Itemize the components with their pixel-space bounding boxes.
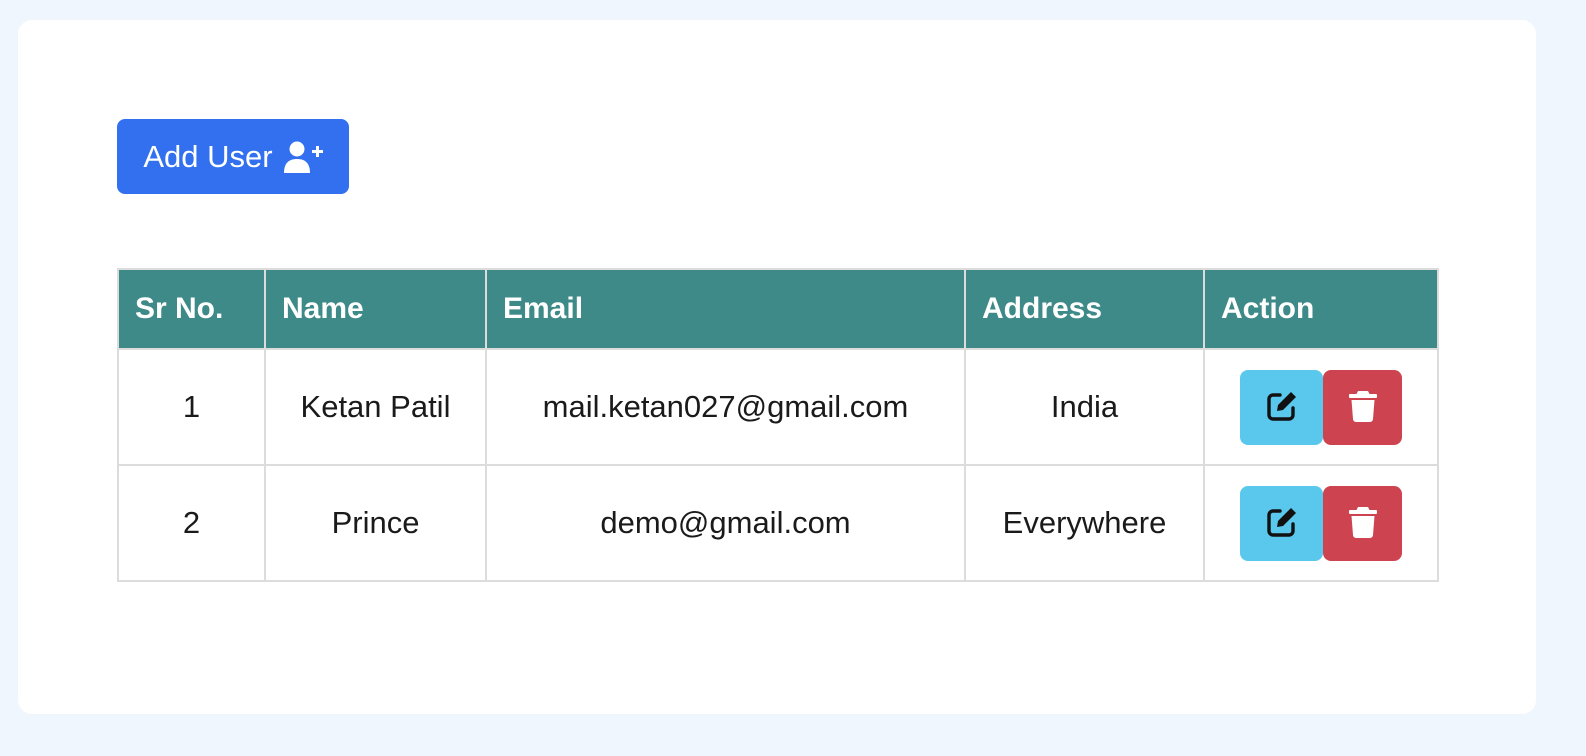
trash-icon — [1348, 390, 1377, 425]
edit-icon — [1265, 389, 1299, 426]
table-header-row: Sr No. Name Email Address Action — [117, 268, 1439, 350]
edit-button[interactable] — [1240, 485, 1323, 561]
cell-name: Prince — [264, 464, 487, 582]
cell-email: mail.ketan027@gmail.com — [485, 348, 966, 466]
edit-icon — [1265, 505, 1299, 542]
cell-name: Ketan Patil — [264, 348, 487, 466]
edit-button[interactable] — [1240, 369, 1323, 445]
table-row: 1 Ketan Patil mail.ketan027@gmail.com In… — [117, 348, 1439, 466]
cell-sr-no: 1 — [117, 348, 266, 466]
column-header-address: Address — [964, 268, 1205, 350]
table-row: 2 Prince demo@gmail.com Everywhere — [117, 464, 1439, 582]
cell-address: Everywhere — [964, 464, 1205, 582]
user-plus-icon — [283, 139, 323, 175]
column-header-email: Email — [485, 268, 966, 350]
delete-button[interactable] — [1323, 485, 1402, 561]
cell-actions — [1203, 464, 1439, 582]
cell-address: India — [964, 348, 1205, 466]
column-header-action: Action — [1203, 268, 1439, 350]
trash-icon — [1348, 506, 1377, 541]
cell-actions — [1203, 348, 1439, 466]
column-header-name: Name — [264, 268, 487, 350]
users-table: Sr No. Name Email Address Action 1 Ketan… — [117, 268, 1439, 582]
delete-button[interactable] — [1323, 369, 1402, 445]
cell-email: demo@gmail.com — [485, 464, 966, 582]
column-header-sr-no: Sr No. — [117, 268, 266, 350]
cell-sr-no: 2 — [117, 464, 266, 582]
add-user-button[interactable]: Add User — [117, 119, 349, 194]
content-card: Add User Sr No. Name Email Address Actio… — [18, 20, 1536, 714]
add-user-label: Add User — [143, 138, 273, 174]
